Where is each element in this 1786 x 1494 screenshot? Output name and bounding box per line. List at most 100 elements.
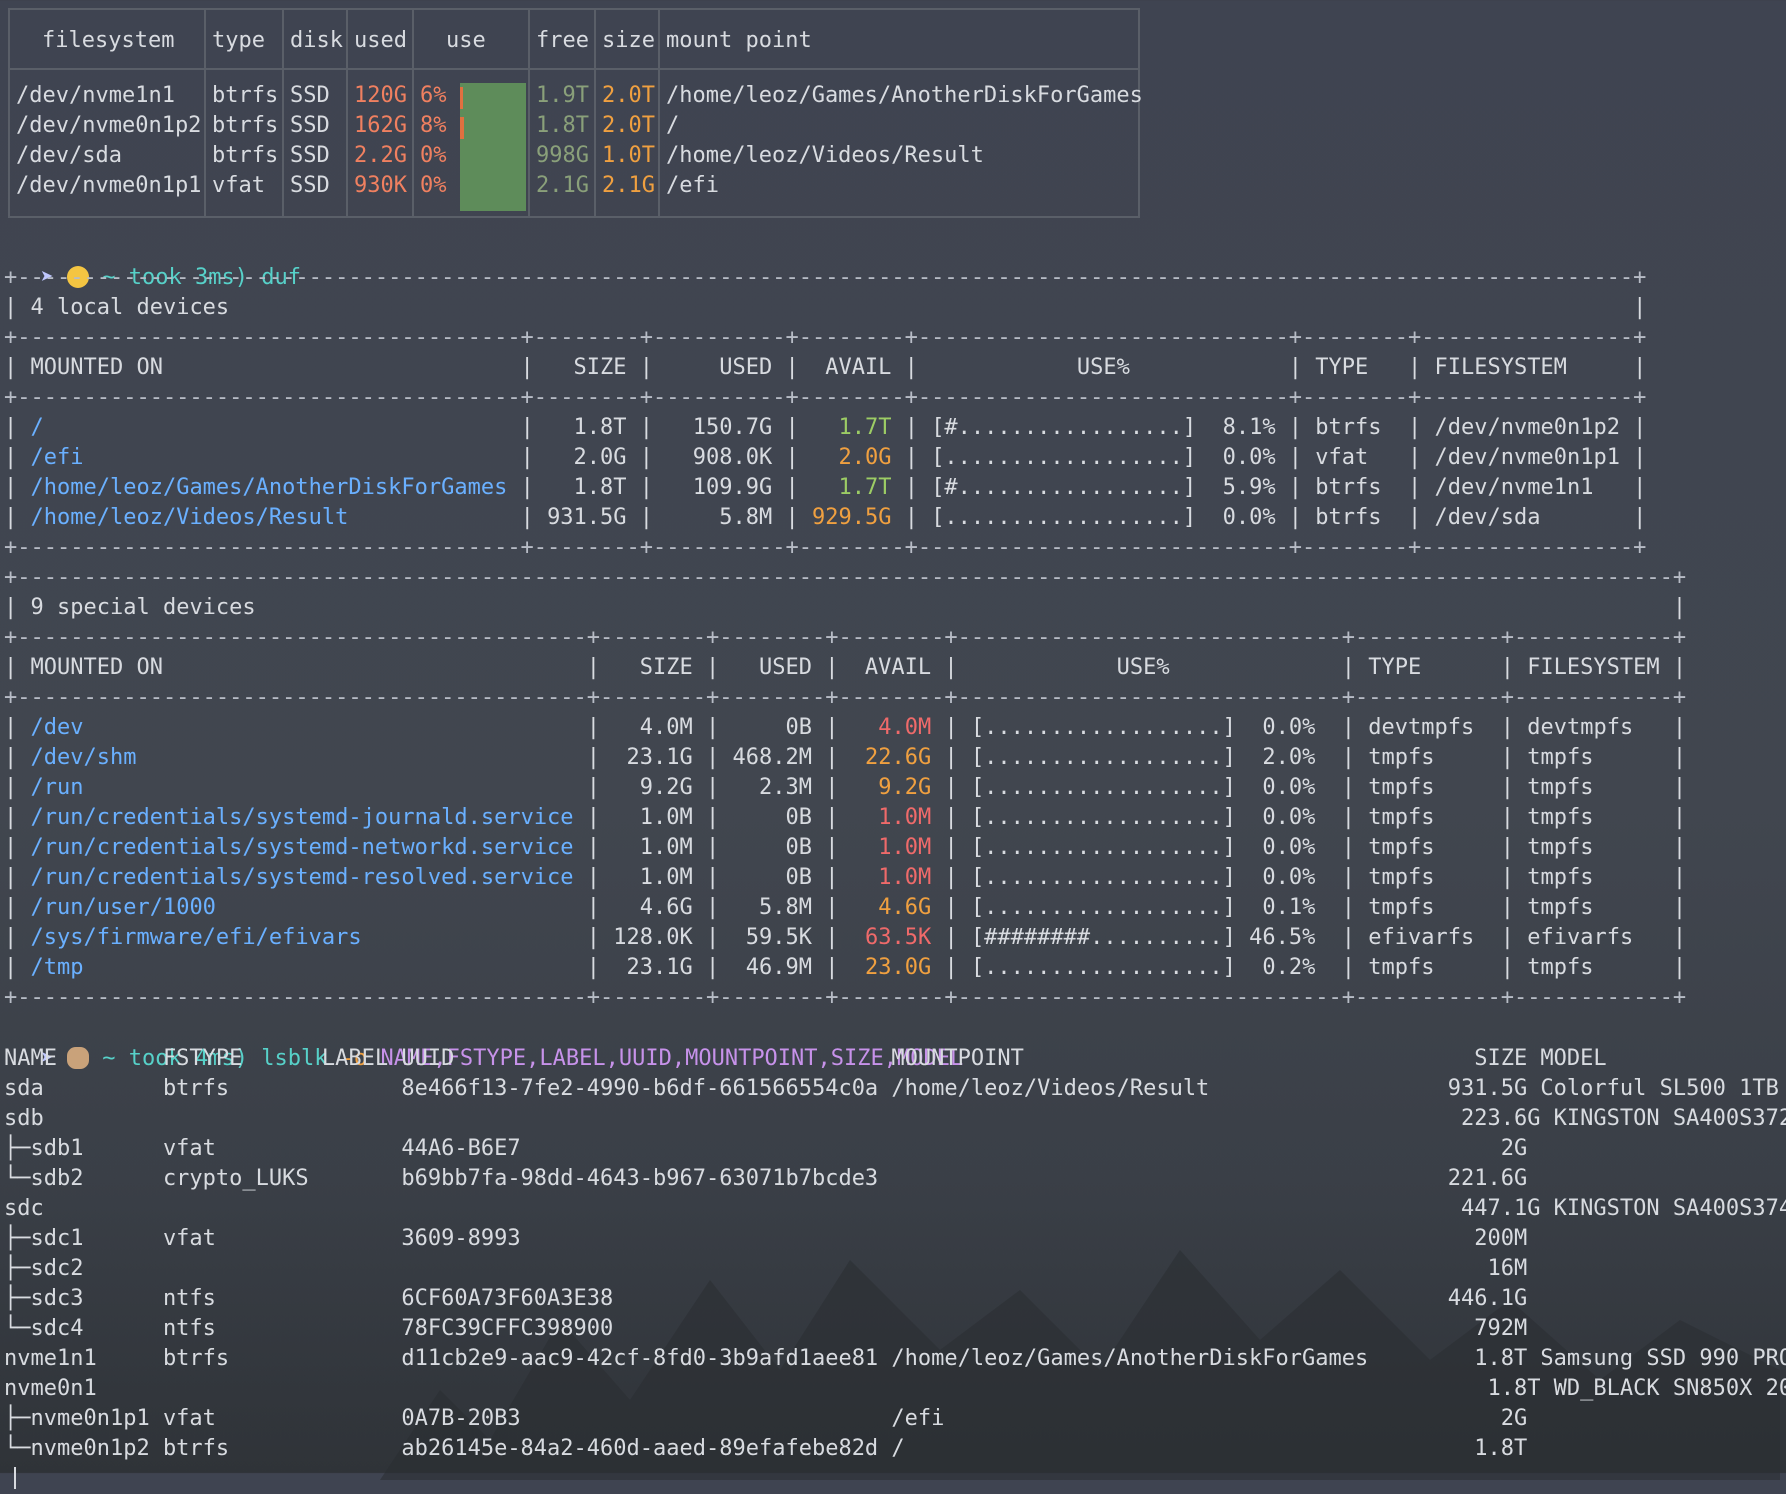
avail-cell: 2.0G	[811, 445, 892, 470]
table-border: |	[4, 505, 31, 530]
size-used-cells: | 9.2G | 2.3M |	[573, 775, 852, 800]
table-header-row: | MOUNTED ON | SIZE | USED | AVAIL | USE…	[4, 655, 1687, 680]
table-row: | /run/user/1000 | 4.6G | 5.8M | 4.6G | …	[4, 893, 1686, 923]
usage-type-fs-cells: | [..................] 0.0% | vfat | /de…	[891, 445, 1647, 470]
table-title-row: | 9 special devices |	[4, 593, 1686, 623]
dysk-filesystem: /dev/nvme1n1	[16, 83, 175, 108]
table-border: +---------------------------------------…	[4, 565, 1687, 590]
table-border: |	[4, 805, 31, 830]
dysk-mount-point: /home/leoz/Games/AnotherDiskForGames	[666, 83, 1143, 108]
avail-cell: 1.7T	[811, 475, 892, 500]
prompt-line-lsblk: ➤ ~ took 4ms) lsblk -o NAME,FSTYPE,LABEL…	[40, 1046, 964, 1071]
dysk-filesystem: /dev/sda	[16, 143, 122, 168]
col-header-used: used	[354, 28, 407, 53]
size-used-cells: | 1.0M | 0B |	[573, 835, 852, 860]
table-border: +---------------------------------------…	[4, 625, 1687, 650]
mount-point-link: /run/credentials/systemd-resolved.servic…	[30, 865, 574, 890]
table-border: |	[4, 745, 31, 770]
size-used-cells: | 1.0M | 0B |	[573, 805, 852, 830]
table-border: |	[4, 865, 31, 890]
table-border: |	[4, 595, 31, 620]
dysk-type: btrfs	[212, 113, 279, 138]
usage-type-fs-cells: | [..................] 0.0% | tmpfs | tm…	[931, 835, 1687, 860]
dysk-used: 2.2G	[354, 143, 407, 168]
col-header-use: use	[446, 28, 486, 53]
lsblk-row: nvme0n1 1.8T WD_BLACK SN850X 2000GB	[4, 1376, 1786, 1401]
lsblk-row: ├─sdb1 vfat 44A6-B6E7 2G	[4, 1136, 1528, 1161]
lsblk-row: └─sdc4 ntfs 78FC39CFFC398900 792M	[4, 1316, 1528, 1341]
dysk-use-percent: 0%	[420, 173, 447, 198]
table-border: +--------------------------------------+…	[4, 535, 1647, 560]
table-row: | /home/leoz/Videos/Result | 931.5G | 5.…	[4, 503, 1646, 533]
dysk-used: 120G	[354, 83, 407, 108]
text-cursor	[14, 1467, 16, 1489]
table-title: 9 special devices	[30, 595, 1660, 620]
size-used-cells: | 4.6G | 5.8M |	[573, 895, 852, 920]
mount-point-link: /run/credentials/systemd-networkd.servic…	[30, 835, 574, 860]
next-prompt[interactable]	[14, 1464, 16, 1494]
avail-cell: 1.7T	[811, 415, 892, 440]
lsblk-header: NAME FSTYPE LABEL UUID MOUNTPOINT SIZE M…	[4, 1046, 1607, 1071]
col-header-type: type	[212, 28, 265, 53]
dysk-mount-point: /	[666, 113, 680, 138]
table-row: | /run/credentials/systemd-journald.serv…	[4, 803, 1686, 833]
lsblk-row: └─sdb2 crypto_LUKS b69bb7fa-98dd-4643-b9…	[4, 1166, 1528, 1191]
table-border: |	[4, 835, 31, 860]
mount-point-link: /sys/firmware/efi/efivars	[30, 925, 574, 950]
dysk-disk: SSD	[290, 173, 330, 198]
lsblk-row: sda btrfs 8e466f13-7fe2-4990-b6df-661566…	[4, 1076, 1779, 1101]
table-row: | /dev/shm | 23.1G | 468.2M | 22.6G | [.…	[4, 743, 1686, 773]
table-border: |	[1619, 295, 1647, 320]
size-used-cells: | 1.8T | 150.7G |	[507, 415, 812, 440]
usage-type-fs-cells: | [..................] 0.0% | tmpfs | tm…	[931, 775, 1687, 800]
table-border: |	[4, 775, 31, 800]
dysk-size: 1.0T	[602, 143, 655, 168]
dysk-free: 1.8T	[536, 113, 589, 138]
avail-cell: 929.5G	[811, 505, 892, 530]
size-used-cells: | 4.0M | 0B |	[573, 715, 852, 740]
dysk-mount-point: /home/leoz/Videos/Result	[666, 143, 984, 168]
dysk-table: filesystem type disk used use free size …	[8, 8, 1143, 218]
table-border: |	[4, 895, 31, 920]
lsblk-row: ├─nvme0n1p1 vfat 0A7B-20B3 /efi 2G	[4, 1406, 1528, 1431]
lsblk-row: nvme1n1 btrfs d11cb2e9-aac9-42cf-8fd0-3b…	[4, 1346, 1786, 1371]
col-header-size: size	[602, 28, 655, 53]
table-border: |	[4, 715, 31, 740]
usage-type-fs-cells: | [########..........] 46.5% | efivarfs …	[931, 925, 1687, 950]
size-used-cells: | 1.0M | 0B |	[573, 865, 852, 890]
mount-point-link: /home/leoz/Games/AnotherDiskForGames	[30, 475, 508, 500]
mount-point-link: /run/user/1000	[30, 895, 574, 920]
usage-type-fs-cells: | [#.................] 5.9% | btrfs | /d…	[891, 475, 1647, 500]
usage-type-fs-cells: | [..................] 0.0% | tmpfs | tm…	[931, 805, 1687, 830]
usage-type-fs-cells: | [..................] 2.0% | tmpfs | tm…	[931, 745, 1687, 770]
dysk-disk: SSD	[290, 83, 330, 108]
prompt-line-duf: ➤ ~ took 3ms) duf	[40, 265, 301, 290]
table-row: | /home/leoz/Games/AnotherDiskForGames |…	[4, 473, 1646, 503]
dysk-used: 930K	[354, 173, 407, 198]
dysk-free: 998G	[536, 143, 589, 168]
lsblk-row: ├─sdc3 ntfs 6CF60A73F60A3E38 446.1G	[4, 1286, 1528, 1311]
table-row: | /run/credentials/systemd-networkd.serv…	[4, 833, 1686, 863]
mount-point-link: /home/leoz/Videos/Result	[30, 505, 508, 530]
mount-point-link: /tmp	[30, 955, 574, 980]
size-used-cells: | 128.0K | 59.5K |	[573, 925, 852, 950]
size-used-cells: | 23.1G | 46.9M |	[573, 955, 852, 980]
mount-point-link: /efi	[30, 445, 508, 470]
table-border: +---------------------------------------…	[4, 685, 1687, 710]
dysk-use-percent: 8%	[420, 113, 447, 138]
table-border: +---------------------------------------…	[4, 985, 1687, 1010]
dysk-size: 2.0T	[602, 83, 655, 108]
avail-cell: 22.6G	[851, 745, 932, 770]
table-row: | /sys/firmware/efi/efivars | 128.0K | 5…	[4, 923, 1686, 953]
usage-type-fs-cells: | [..................] 0.0% | tmpfs | tm…	[931, 865, 1687, 890]
avail-cell: 9.2G	[851, 775, 932, 800]
avail-cell: 23.0G	[851, 955, 932, 980]
table-border: +--------------------------------------+…	[4, 385, 1647, 410]
avail-cell: 4.6G	[851, 895, 932, 920]
table-title: 4 local devices	[30, 295, 1620, 320]
size-used-cells: | 23.1G | 468.2M |	[573, 745, 852, 770]
dysk-free: 2.1G	[536, 173, 589, 198]
table-border: |	[4, 475, 31, 500]
mount-point-link: /run/credentials/systemd-journald.servic…	[30, 805, 574, 830]
avail-cell: 1.0M	[851, 805, 932, 830]
